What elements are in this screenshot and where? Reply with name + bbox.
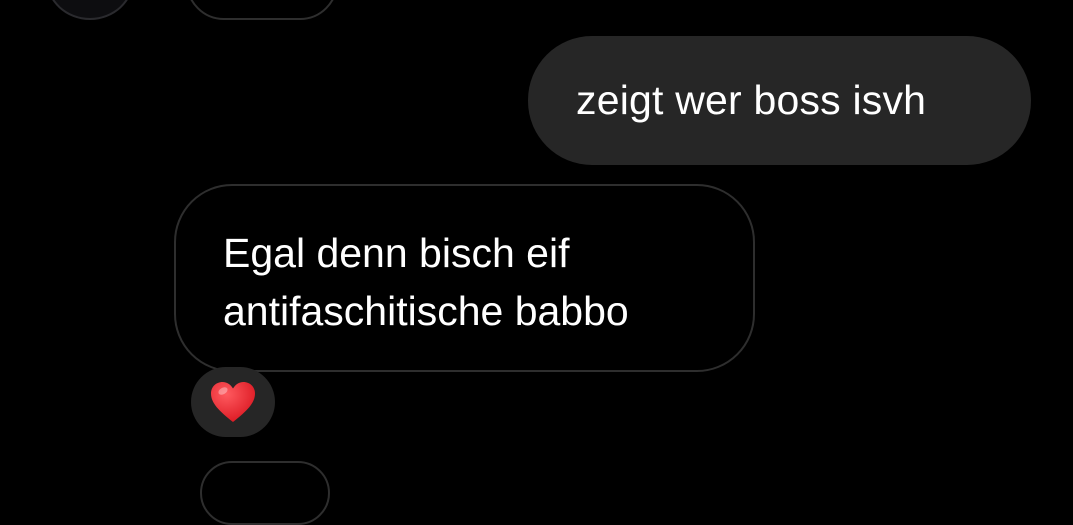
incoming-message-bubble[interactable]: Egal denn bisch eif antifaschitische bab… — [174, 184, 755, 372]
outgoing-message-bubble[interactable]: zeigt wer boss isvh — [528, 36, 1031, 165]
message-reaction[interactable] — [191, 367, 275, 437]
next-message-bubble[interactable] — [200, 461, 330, 525]
previous-message-bubble[interactable] — [186, 0, 338, 20]
red-heart-icon — [211, 382, 255, 422]
message-text-line-1: Egal denn bisch eif — [223, 230, 570, 276]
message-text: zeigt wer boss isvh — [576, 77, 927, 123]
sender-avatar[interactable] — [46, 0, 134, 20]
message-text-line-2: antifaschitische babbo — [223, 288, 629, 334]
